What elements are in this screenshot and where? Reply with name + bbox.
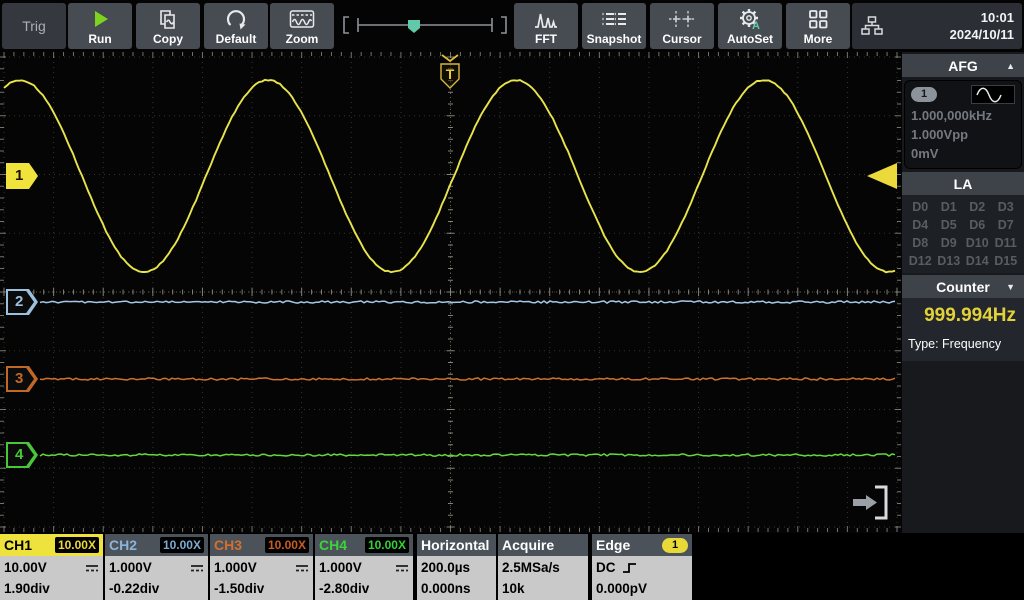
afg-channel-badge: 1 — [911, 87, 937, 102]
sine-wave-icon — [971, 85, 1015, 104]
clock-panel: 10:01 2024/10/11 — [852, 3, 1022, 49]
trig-text: Trig — [22, 18, 46, 34]
more-grid-icon — [807, 5, 829, 32]
ch2-probe-ratio: 10.00X — [160, 537, 204, 553]
dc-coupling-icon — [85, 563, 99, 573]
horizontal-status[interactable]: Horizontal 200.0µs 0.000ns — [417, 534, 496, 600]
sample-rate: 2.5MSa/s — [502, 557, 560, 578]
acquire-status[interactable]: Acquire 2.5MSa/s 10k — [498, 534, 588, 600]
graticule-and-traces — [0, 52, 902, 533]
fft-button[interactable]: FFT — [514, 3, 578, 49]
timebase-scale: 200.0µs — [421, 557, 470, 578]
la-digital-channels: D0 D1 D2 D3 D4 D5 D6 D7 D8 D9 D10 D11 D1… — [902, 195, 1024, 273]
counter-value: 999.994Hz — [908, 305, 1018, 327]
run-button[interactable]: Run — [68, 3, 132, 49]
afg-amplitude: 1.000Vpp — [911, 125, 1015, 144]
la-digit: D6 — [963, 218, 992, 232]
counter-panel-body: 999.994Hz Type: Frequency — [902, 298, 1024, 361]
bottom-status-bar: CH1 10.00X 10.00V 1.90div CH2 10.00X 1.0… — [0, 533, 1024, 600]
autoset-gear-icon: A — [737, 5, 763, 32]
ch3-status[interactable]: CH3 10.00X 1.000V -1.50div — [210, 534, 313, 600]
trigger-coupling: DC — [596, 557, 616, 578]
afg-panel-header[interactable]: AFG ▲ — [902, 54, 1024, 77]
trigger-status-segment[interactable]: Edge 1 DC 0.000pV — [592, 534, 692, 600]
dc-coupling-icon — [395, 563, 409, 573]
la-digit: D2 — [963, 200, 992, 214]
la-digit: D14 — [963, 254, 992, 268]
dc-coupling-icon — [295, 563, 309, 573]
la-digit: D10 — [963, 236, 992, 250]
ch2-status[interactable]: CH2 10.00X 1.000V -0.22div — [105, 534, 208, 600]
copy-icon — [156, 5, 180, 32]
collapse-icon[interactable]: ▲ — [1006, 61, 1015, 71]
la-digit: D15 — [992, 254, 1021, 268]
expand-icon[interactable]: ▼ — [1006, 282, 1015, 292]
trigger-position-slider[interactable] — [338, 3, 512, 49]
la-digit: D9 — [935, 236, 964, 250]
menu-collapse-icon[interactable] — [846, 484, 890, 527]
la-digit: D1 — [935, 200, 964, 214]
default-button[interactable]: Default — [204, 3, 268, 49]
date-display: 2024/10/11 — [950, 26, 1014, 43]
trigger-level-arrow[interactable] — [867, 163, 897, 189]
cursor-crosshair-icon — [668, 5, 696, 32]
counter-type: Type: Frequency — [908, 337, 1018, 351]
la-digit: D0 — [906, 200, 935, 214]
la-digit: D8 — [906, 236, 935, 250]
la-digit: D13 — [935, 254, 964, 268]
afg-panel-body[interactable]: 1 1.000,000kHz 1.000Vpp 0mV — [904, 80, 1022, 169]
ch4-status[interactable]: CH4 10.00X 1.000V -2.80div — [315, 534, 413, 600]
time-display: 10:01 — [950, 9, 1014, 26]
cursor-button[interactable]: Cursor — [650, 3, 714, 49]
ch3-probe-ratio: 10.00X — [265, 537, 309, 553]
la-digit: D3 — [992, 200, 1021, 214]
ch1-probe-ratio: 10.00X — [55, 537, 99, 553]
trigger-level: 0.000pV — [596, 578, 647, 599]
waveform-display[interactable]: 1 2 3 4 T — [0, 52, 902, 533]
reset-icon — [224, 5, 248, 32]
afg-offset: 0mV — [911, 144, 1015, 163]
right-sidebar: AFG ▲ 1 1.000,000kHz 1.000Vpp 0mV LA D0 … — [902, 52, 1024, 533]
oscilloscope-screen: Trig Run Copy Defaul — [0, 0, 1024, 600]
autoset-button[interactable]: A AutoSet — [718, 3, 782, 49]
dc-coupling-icon — [190, 563, 204, 573]
ch4-probe-ratio: 10.00X — [365, 537, 409, 553]
more-button[interactable]: More — [786, 3, 850, 49]
slider-right-bracket — [501, 17, 506, 33]
trigger-source-badge: 1 — [662, 538, 688, 553]
network-icon — [860, 14, 884, 38]
snapshot-list-icon — [600, 5, 628, 32]
la-digit: D11 — [992, 236, 1021, 250]
trigger-status-label[interactable]: Trig — [2, 3, 66, 49]
zoom-wave-icon — [289, 5, 315, 32]
la-digit: D7 — [992, 218, 1021, 232]
la-digit: D4 — [906, 218, 935, 232]
la-digit: D12 — [906, 254, 935, 268]
afg-frequency: 1.000,000kHz — [911, 106, 1015, 125]
horizontal-delay: 0.000ns — [421, 578, 471, 599]
snapshot-button[interactable]: Snapshot — [582, 3, 646, 49]
copy-button[interactable]: Copy — [136, 3, 200, 49]
svg-text:T: T — [446, 66, 455, 82]
zoom-button[interactable]: Zoom — [270, 3, 334, 49]
ch1-status[interactable]: CH1 10.00X 10.00V 1.90div — [0, 534, 103, 600]
rising-edge-icon — [622, 561, 638, 575]
memory-depth: 10k — [502, 578, 525, 599]
slider-left-bracket — [344, 17, 349, 33]
la-digit: D5 — [935, 218, 964, 232]
top-toolbar: Trig Run Copy Defaul — [0, 0, 1024, 52]
counter-panel-header[interactable]: Counter ▼ — [902, 275, 1024, 298]
trigger-time-marker[interactable]: T — [437, 54, 463, 94]
play-icon — [89, 5, 111, 32]
la-panel-header[interactable]: LA — [902, 172, 1024, 195]
svg-text:A: A — [752, 20, 760, 31]
slider-marker — [408, 20, 420, 33]
trigger-t-icon: T — [437, 54, 463, 94]
fft-spectrum-icon — [533, 5, 559, 32]
